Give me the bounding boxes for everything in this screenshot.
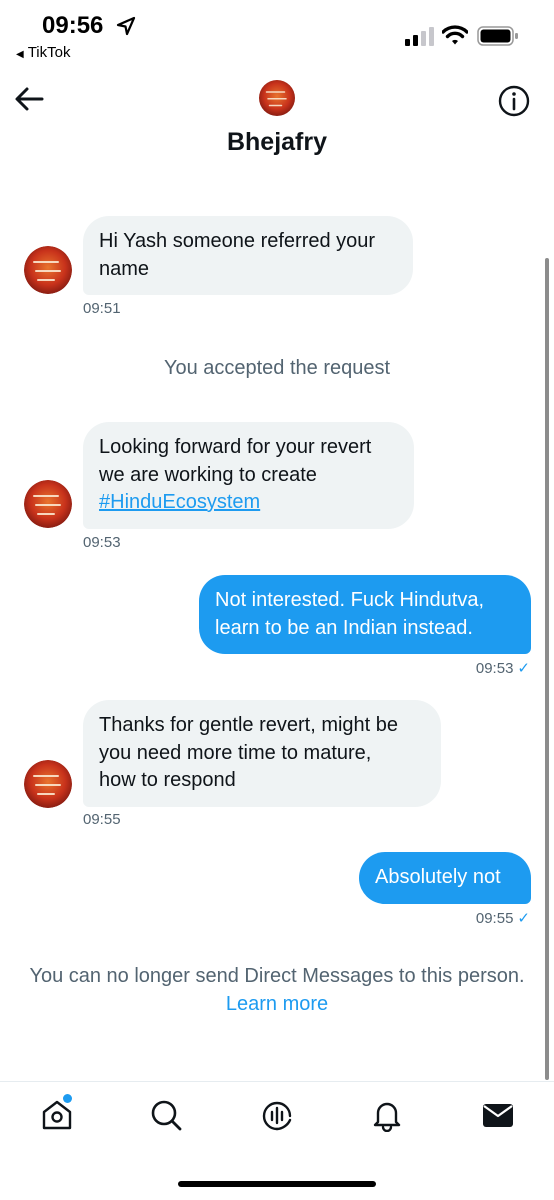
- home-icon[interactable]: [40, 1098, 74, 1132]
- info-icon[interactable]: [497, 84, 531, 118]
- message-text: learn to be an Indian instead.: [215, 616, 473, 639]
- back-app-label: TikTok: [27, 44, 71, 61]
- scroll-indicator[interactable]: [545, 258, 549, 1080]
- nav-divider: [0, 1081, 554, 1082]
- profile-avatar-icon[interactable]: [259, 80, 295, 116]
- blocked-notice-text: You can no longer send Direct Messages t…: [29, 965, 525, 987]
- message-bubble-outgoing[interactable]: Not interested. Fuck Hindutva, learn to …: [199, 575, 531, 654]
- message-bubble-incoming[interactable]: Thanks for gentle revert, might be you n…: [83, 700, 441, 807]
- search-icon[interactable]: [149, 1098, 183, 1132]
- system-message: You accepted the request: [163, 357, 391, 379]
- message-text: name: [99, 257, 150, 280]
- notification-dot: [63, 1094, 72, 1103]
- message-bubble-incoming[interactable]: Looking forward for your revert we are w…: [83, 422, 414, 529]
- message-timestamp: 09:55: [83, 811, 121, 828]
- message-timestamp: 09:55 ✓: [476, 909, 530, 927]
- location-arrow-icon: [116, 16, 136, 36]
- sender-avatar[interactable]: [24, 480, 72, 528]
- message-text: we are working to create: [99, 463, 317, 486]
- message-text: you need more time to mature,: [99, 741, 372, 764]
- home-indicator[interactable]: [178, 1181, 376, 1187]
- message-text: Absolutely not: [375, 866, 501, 888]
- message-text: Looking forward for your revert: [99, 436, 372, 458]
- learn-more-link[interactable]: Learn more: [226, 993, 328, 1015]
- back-arrow-icon[interactable]: [12, 82, 46, 116]
- blocked-notice: You can no longer send Direct Messages t…: [0, 962, 554, 1018]
- sender-avatar[interactable]: [24, 760, 72, 808]
- message-bubble-incoming[interactable]: Hi Yash someone referred your name: [83, 216, 413, 295]
- notifications-icon[interactable]: [370, 1098, 404, 1132]
- message-timestamp: 09:53 ✓: [476, 659, 530, 677]
- message-text: how to respond: [99, 769, 236, 791]
- messages-icon[interactable]: [481, 1098, 515, 1132]
- message-text: Thanks for gentle revert, might be: [99, 714, 399, 736]
- read-check-icon: ✓: [517, 910, 530, 927]
- wifi-icon: [442, 25, 468, 45]
- spaces-icon[interactable]: [260, 1098, 294, 1132]
- message-text: Not interested. Fuck Hindutva,: [215, 589, 485, 611]
- status-time: 09:56: [42, 12, 104, 39]
- read-check-icon: ✓: [517, 660, 530, 677]
- sender-avatar[interactable]: [24, 246, 72, 294]
- battery-icon: [477, 26, 518, 46]
- back-triangle-icon: ◀: [16, 49, 24, 60]
- cellular-signal-icon: [405, 27, 434, 46]
- hashtag-link[interactable]: #HinduEcosystem: [99, 491, 260, 513]
- conversation-title[interactable]: Bhejafry: [0, 128, 554, 157]
- message-text: Hi Yash someone referred your: [99, 230, 376, 252]
- timestamp-text: 09:55: [475, 910, 514, 927]
- message-bubble-outgoing[interactable]: Absolutely not: [359, 852, 531, 904]
- back-to-app-link[interactable]: ◀ TikTok: [16, 44, 70, 61]
- message-timestamp: 09:51: [83, 300, 121, 317]
- message-timestamp: 09:53: [83, 534, 121, 551]
- timestamp-text: 09:53: [475, 660, 514, 677]
